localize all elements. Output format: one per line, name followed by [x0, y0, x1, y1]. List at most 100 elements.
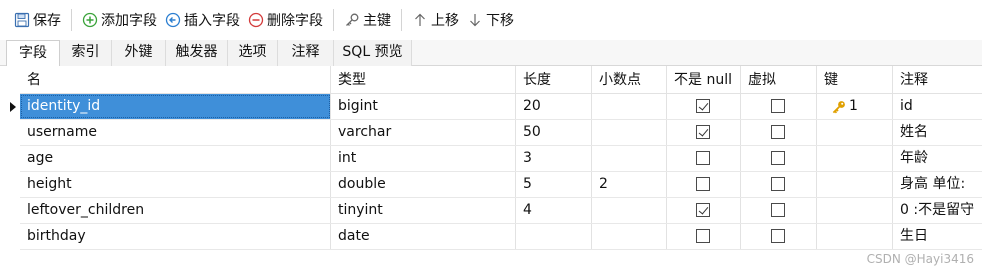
field-decimals-cell[interactable] [592, 94, 667, 119]
virtual-checkbox[interactable] [771, 99, 785, 113]
field-length-cell[interactable]: 50 [516, 120, 592, 145]
field-name-cell[interactable]: age [20, 146, 331, 171]
key-cell[interactable] [817, 146, 893, 171]
field-decimals-cell[interactable] [592, 120, 667, 145]
grid-header: 名 类型 长度 小数点 不是 null 虚拟 键 注释 [20, 66, 982, 94]
not-null-checkbox[interactable] [696, 229, 710, 243]
key-cell[interactable] [817, 120, 893, 145]
not-null-checkbox[interactable] [696, 125, 710, 139]
not-null-checkbox[interactable] [696, 99, 710, 113]
table-row[interactable]: birthday date 生日 [20, 224, 982, 250]
comment-cell[interactable]: 年龄 [893, 146, 982, 171]
primary-key-button[interactable]: 主键 [340, 6, 395, 34]
comment-cell[interactable]: 身高 单位: [893, 172, 982, 197]
field-decimals-cell[interactable] [592, 198, 667, 223]
insert-field-button[interactable]: 插入字段 [161, 6, 244, 34]
field-name-cell[interactable]: height [20, 172, 331, 197]
add-field-button[interactable]: 添加字段 [78, 6, 161, 34]
field-length-cell[interactable]: 5 [516, 172, 592, 197]
virtual-cell[interactable] [741, 146, 817, 171]
field-length-cell[interactable]: 4 [516, 198, 592, 223]
virtual-checkbox[interactable] [771, 151, 785, 165]
tab-triggers[interactable]: 触发器 [166, 40, 228, 66]
comment-cell[interactable]: 0 :不是留守 [893, 198, 982, 223]
not-null-cell[interactable] [667, 94, 741, 119]
tab-label: SQL 预览 [342, 44, 403, 60]
watermark: CSDN @Hayi3416 [866, 252, 974, 266]
key-cell[interactable] [817, 172, 893, 197]
checkmark-icon [698, 203, 708, 215]
virtual-checkbox[interactable] [771, 229, 785, 243]
comment-cell[interactable]: id [893, 94, 982, 119]
table-row[interactable]: username varchar 50 姓名 [20, 120, 982, 146]
table-row[interactable]: identity_id bigint 20 1 id [20, 94, 982, 120]
move-up-label: 上移 [431, 13, 459, 29]
column-header-length[interactable]: 长度 [516, 66, 592, 93]
delete-field-button[interactable]: 删除字段 [244, 6, 327, 34]
field-length-cell[interactable]: 20 [516, 94, 592, 119]
not-null-cell[interactable] [667, 172, 741, 197]
key-icon [831, 99, 847, 115]
key-cell[interactable]: 1 [817, 94, 893, 119]
virtual-cell[interactable] [741, 224, 817, 249]
field-name-cell[interactable]: username [20, 120, 331, 145]
field-type-cell[interactable]: tinyint [331, 198, 516, 223]
virtual-cell[interactable] [741, 172, 817, 197]
tab-indexes[interactable]: 索引 [60, 40, 112, 66]
field-type-cell[interactable]: bigint [331, 94, 516, 119]
column-header-key[interactable]: 键 [817, 66, 893, 93]
checkmark-icon [698, 99, 708, 111]
comment-cell[interactable]: 生日 [893, 224, 982, 249]
table-row[interactable]: age int 3 年龄 [20, 146, 982, 172]
not-null-checkbox[interactable] [696, 177, 710, 191]
column-header-comment[interactable]: 注释 [893, 66, 982, 93]
delete-field-label: 删除字段 [267, 13, 323, 29]
column-header-virtual[interactable]: 虚拟 [741, 66, 817, 93]
tab-comment[interactable]: 注释 [278, 40, 334, 66]
table-row[interactable]: height double 5 2 身高 单位: [20, 172, 982, 198]
not-null-checkbox[interactable] [696, 151, 710, 165]
tab-foreign-keys[interactable]: 外键 [112, 40, 166, 66]
field-length-cell[interactable] [516, 224, 592, 249]
field-type-cell[interactable]: double [331, 172, 516, 197]
table-row[interactable]: leftover_children tinyint 4 0 :不是留守 [20, 198, 982, 224]
virtual-cell[interactable] [741, 198, 817, 223]
field-name-cell[interactable]: identity_id [20, 94, 331, 119]
not-null-checkbox[interactable] [696, 203, 710, 217]
field-decimals-cell[interactable] [592, 224, 667, 249]
tab-sql-preview[interactable]: SQL 预览 [334, 40, 412, 66]
save-button[interactable]: 保存 [10, 6, 65, 34]
column-header-not-null[interactable]: 不是 null [667, 66, 741, 93]
field-type-cell[interactable]: int [331, 146, 516, 171]
column-header-name[interactable]: 名 [20, 66, 331, 93]
field-type-cell[interactable]: varchar [331, 120, 516, 145]
virtual-cell[interactable] [741, 120, 817, 145]
field-decimals-cell[interactable] [592, 146, 667, 171]
field-length-cell[interactable]: 3 [516, 146, 592, 171]
arrow-up-icon [412, 12, 428, 28]
virtual-checkbox[interactable] [771, 203, 785, 217]
field-name-cell[interactable]: birthday [20, 224, 331, 249]
not-null-cell[interactable] [667, 146, 741, 171]
virtual-checkbox[interactable] [771, 125, 785, 139]
column-header-decimals[interactable]: 小数点 [592, 66, 667, 93]
not-null-cell[interactable] [667, 198, 741, 223]
virtual-cell[interactable] [741, 94, 817, 119]
not-null-cell[interactable] [667, 224, 741, 249]
comment-cell[interactable]: 姓名 [893, 120, 982, 145]
field-type-cell[interactable]: date [331, 224, 516, 249]
field-name-cell[interactable]: leftover_children [20, 198, 331, 223]
not-null-cell[interactable] [667, 120, 741, 145]
key-cell[interactable] [817, 224, 893, 249]
plus-circle-icon [82, 12, 98, 28]
move-up-button[interactable]: 上移 [408, 6, 463, 34]
tab-fields[interactable]: 字段 [6, 40, 60, 67]
column-header-type[interactable]: 类型 [331, 66, 516, 93]
key-cell[interactable] [817, 198, 893, 223]
tab-options[interactable]: 选项 [228, 40, 278, 66]
field-decimals-cell[interactable]: 2 [592, 172, 667, 197]
virtual-checkbox[interactable] [771, 177, 785, 191]
move-down-button[interactable]: 下移 [463, 6, 518, 34]
tab-label: 索引 [71, 44, 100, 60]
insert-field-label: 插入字段 [184, 13, 240, 29]
